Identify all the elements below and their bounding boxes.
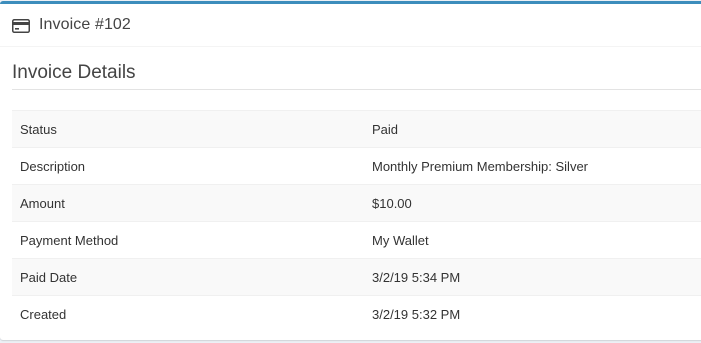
credit-card-icon (12, 18, 30, 33)
row-label-status: Status (20, 121, 57, 137)
invoice-box: Invoice #102 Invoice Details Status Paid… (0, 1, 701, 340)
box-body: Invoice Details Status Paid Description … (0, 47, 701, 333)
table-row: Created 3/2/19 5:32 PM (12, 295, 701, 333)
box-header: Invoice #102 (0, 4, 701, 47)
row-label-amount: Amount (20, 195, 65, 211)
table-row: Paid Date 3/2/19 5:34 PM (12, 258, 701, 296)
table-row: Payment Method My Wallet (12, 221, 701, 259)
row-label-created: Created (20, 306, 67, 322)
table-row: Description Monthly Premium Membership: … (12, 147, 701, 185)
row-value-description: Monthly Premium Membership: Silver (372, 158, 589, 174)
page-title: Invoice #102 (39, 16, 131, 33)
row-value-paid-date: 3/2/19 5:34 PM (372, 269, 461, 285)
table-row: Status Paid (12, 110, 701, 148)
table-row: Amount $10.00 (12, 184, 701, 222)
row-label-description: Description (20, 158, 86, 174)
row-value-status: Paid (372, 121, 399, 137)
section-title: Invoice Details (12, 47, 701, 90)
row-value-payment-method: My Wallet (372, 232, 429, 248)
row-label-payment-method: Payment Method (20, 232, 119, 248)
row-label-paid-date: Paid Date (20, 269, 78, 285)
invoice-details-table: Status Paid Description Monthly Premium … (12, 110, 701, 333)
row-value-created: 3/2/19 5:32 PM (372, 306, 461, 322)
row-value-amount: $10.00 (372, 195, 412, 211)
